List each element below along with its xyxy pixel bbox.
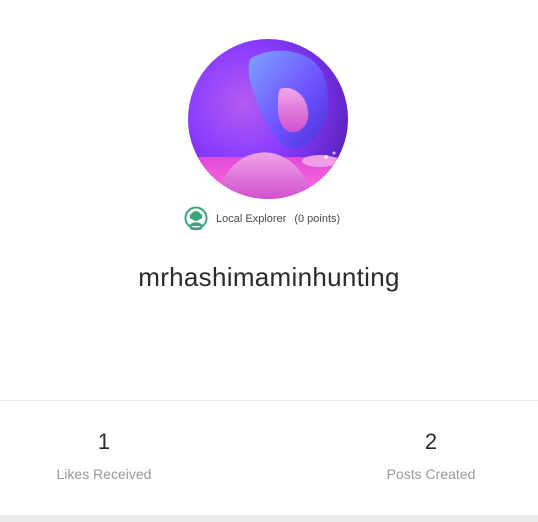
badge-title: Local Explorer bbox=[216, 213, 287, 225]
explorer-badge-icon bbox=[183, 206, 209, 232]
username: mrhashimaminhunting bbox=[138, 262, 400, 292]
avatar-image bbox=[188, 39, 348, 199]
posts-created-label: Posts Created bbox=[386, 466, 476, 482]
likes-received-count: 1 bbox=[97, 429, 111, 454]
badge-row: Local Explorer (0 points) bbox=[183, 205, 340, 233]
likes-received-label: Likes Received bbox=[56, 466, 152, 482]
bottom-divider bbox=[0, 515, 538, 522]
stat-likes-received: 1 Likes Received bbox=[14, 424, 194, 482]
profile-page: Local Explorer (0 points) mrhashimaminhu… bbox=[0, 0, 538, 522]
posts-created-count: 2 bbox=[424, 429, 438, 454]
badge-points: (0 points) bbox=[294, 213, 341, 225]
avatar[interactable] bbox=[188, 39, 348, 199]
stat-posts-created: 2 Posts Created bbox=[341, 424, 521, 482]
divider bbox=[0, 400, 538, 401]
